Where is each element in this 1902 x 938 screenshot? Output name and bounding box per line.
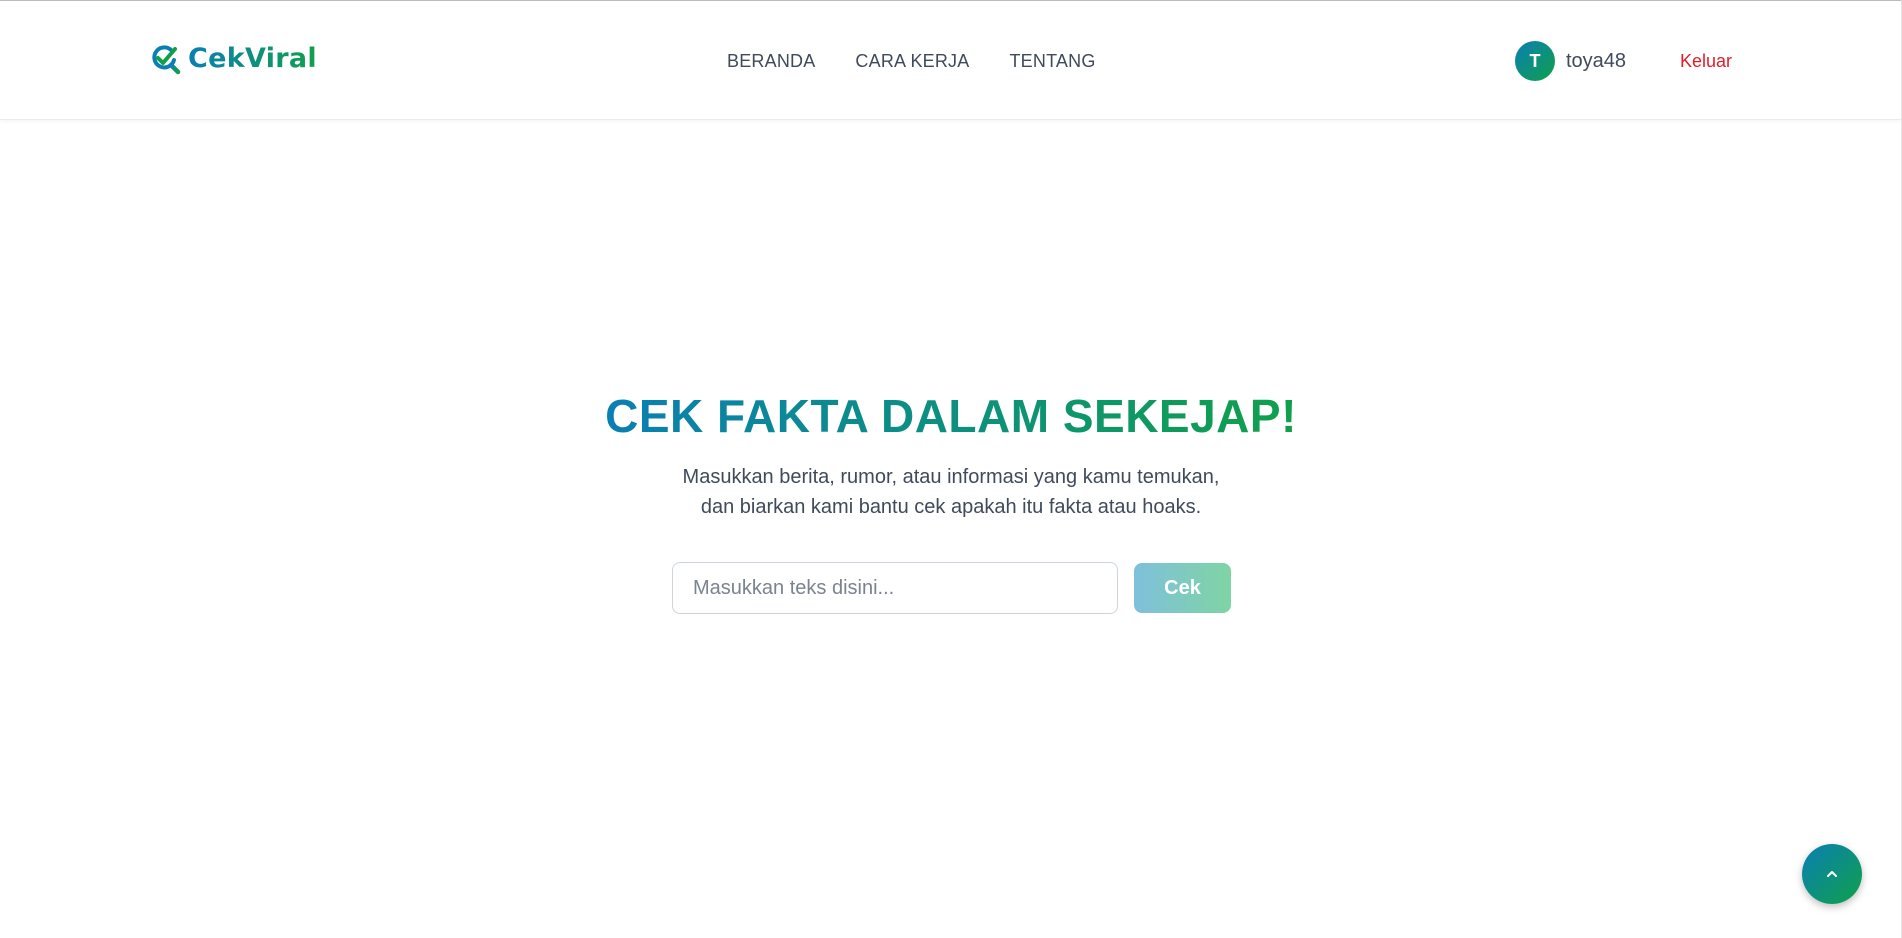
chevron-up-icon xyxy=(1827,871,1837,877)
nav-tentang[interactable]: TENTANG xyxy=(1009,49,1095,73)
hero-subtitle-line-2: dan biarkan kami bantu cek apakah itu fa… xyxy=(700,496,1202,518)
logout-link[interactable]: Keluar xyxy=(1680,49,1732,73)
nav-cara-kerja[interactable]: CARA KERJA xyxy=(855,49,969,73)
logo-text: CekViral xyxy=(188,41,317,77)
username: toya48 xyxy=(1566,49,1627,72)
scroll-to-top-button[interactable] xyxy=(1802,844,1862,904)
fact-check-input[interactable] xyxy=(672,562,1118,614)
avatar: T xyxy=(1515,41,1555,81)
hero-title-text: CEK FAKTA DALAM SEKEJAP! xyxy=(605,390,1297,442)
user-profile[interactable]: T toya48 xyxy=(1515,41,1626,81)
nav-beranda[interactable]: BERANDA xyxy=(727,49,815,73)
check-search-icon xyxy=(152,45,181,75)
cek-button[interactable]: Cek xyxy=(1134,563,1231,613)
logo-link[interactable]: CekViral xyxy=(150,41,317,77)
main-nav: BERANDA CARA KERJA TENTANG xyxy=(727,49,1096,73)
hero-title: CEK FAKTA DALAM SEKEJAP! xyxy=(0,388,1902,444)
top-navbar: CekViral BERANDA CARA KERJA TENTANG T to… xyxy=(0,1,1902,120)
hero-subtitle: Masukkan berita, rumor, atau informasi y… xyxy=(0,462,1902,522)
hero-subtitle-line-1: Masukkan berita, rumor, atau informasi y… xyxy=(682,466,1220,488)
